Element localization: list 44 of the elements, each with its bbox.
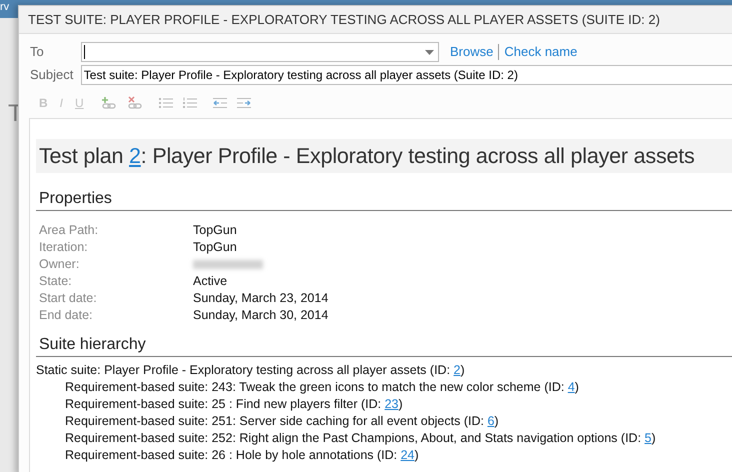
name-link[interactable]: Check name <box>504 42 578 62</box>
suite-entry: Static suite: Player Profile - Exploratory testing across all player assets (ID: 2) <box>36 363 465 377</box>
to-field[interactable] <box>81 42 439 62</box>
id-link[interactable]: 6 <box>487 414 494 428</box>
suite-hierarchy-heading: Suite hierarchy <box>36 335 732 357</box>
decrease-indent-icon[interactable] <box>212 97 227 109</box>
dialog-title: TEST SUITE: PLAYER PROFILE - EXPLORATORY TESTING ACROSS ALL PLAYER ASSETS (SUITE ID: 2) <box>28 10 660 29</box>
id-link[interactable]: 23 <box>384 397 398 411</box>
suite-entry: Requirement-based suite: 252: Right align the Past Champions, About, and Stats navigation options (ID: 5) <box>65 431 656 445</box>
property-value: Sunday, March 23, 2014 <box>193 290 328 307</box>
remove-link-icon[interactable] <box>126 96 143 110</box>
suite-entry: Requirement-based suite: 243: Tweak the green icons to match the new color scheme (ID: 4) <box>65 380 579 394</box>
text-cursor <box>84 45 85 59</box>
to-label: To <box>30 43 45 62</box>
property-label: Start date: <box>39 290 98 307</box>
property-label: Area Path: <box>39 222 100 239</box>
name-link[interactable]: Browse <box>450 42 494 62</box>
test-plan-title: Test plan 2: Player Profile - Exploratory testing across all player assets <box>39 142 695 170</box>
suite-entry: Requirement-based suite: 25 : Find new players filter (ID: 23) <box>65 397 403 411</box>
id-link[interactable]: 2 <box>454 363 460 377</box>
subject-label: Subject <box>30 66 74 84</box>
id-link[interactable]: 5 <box>644 431 652 445</box>
property-value: TopGun <box>193 239 237 256</box>
dropdown-caret-icon[interactable] <box>425 50 434 54</box>
app-title-text: rv <box>0 0 10 14</box>
bullet-list-icon[interactable] <box>158 97 173 109</box>
increase-indent-icon[interactable] <box>236 97 251 109</box>
id-link[interactable]: 2 <box>129 144 141 168</box>
numbered-list-icon[interactable] <box>182 97 197 109</box>
suite-entry: Requirement-based suite: 26 : Hole by hole annotations (ID: 24) <box>65 448 419 462</box>
property-value: TopGun <box>193 222 237 239</box>
properties-heading: Properties <box>36 189 732 211</box>
subject-field[interactable]: Test suite: Player Profile - Exploratory testing across all player assets (Suite ID: 2) <box>80 65 732 85</box>
property-value: Active <box>193 273 228 290</box>
property-label: Iteration: <box>39 239 89 256</box>
insert-link-icon[interactable] <box>100 96 117 110</box>
property-label: State: <box>39 273 73 290</box>
property-value: Sunday, March 30, 2014 <box>193 307 328 324</box>
property-label: Owner: <box>39 256 80 273</box>
suite-entry: Requirement-based suite: 251: Server side caching for all event objects (ID: 6) <box>65 414 499 428</box>
id-link[interactable]: 4 <box>568 380 575 394</box>
property-label: End date: <box>39 307 94 324</box>
message-body[interactable] <box>29 118 732 472</box>
id-link[interactable]: 24 <box>400 448 415 462</box>
